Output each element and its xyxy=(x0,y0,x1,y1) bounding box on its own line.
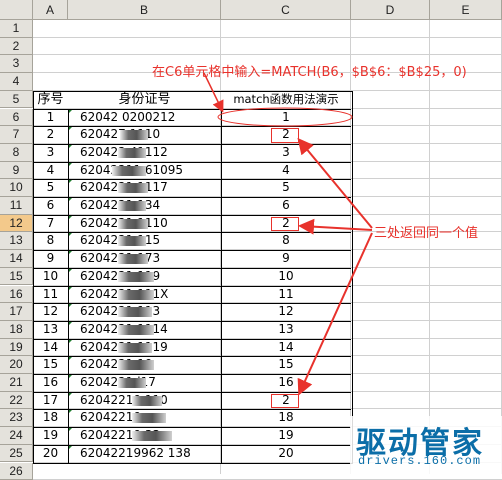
arrow-to-row22 xyxy=(300,233,372,392)
watermark-url: drivers.160.com xyxy=(358,454,481,468)
arrow-to-c6 xyxy=(204,73,222,110)
c6-highlight-ellipse xyxy=(218,108,352,126)
annotation-arrows xyxy=(0,0,502,474)
arrow-to-row12 xyxy=(302,226,372,230)
watermark-logo: 驱动管家 drivers.160.com xyxy=(350,416,502,474)
arrow-to-row7 xyxy=(300,141,372,228)
